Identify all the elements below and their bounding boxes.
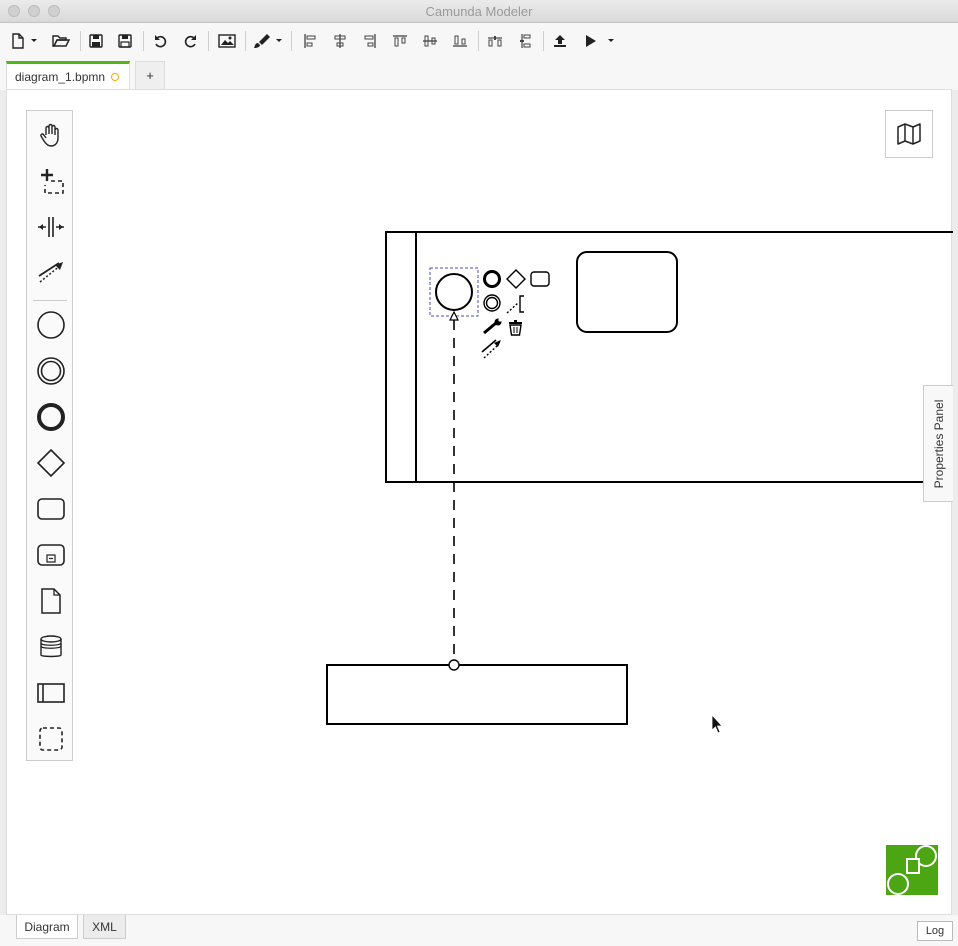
unsaved-indicator-icon — [111, 73, 120, 81]
palette-global-connect-tool[interactable] — [27, 253, 74, 293]
toolbar-separator — [245, 31, 246, 51]
palette-start-event[interactable] — [27, 305, 74, 345]
palette-participant[interactable] — [27, 673, 74, 713]
save-button[interactable] — [87, 30, 105, 52]
start-instance-dropdown[interactable] — [606, 30, 616, 52]
space-tool-icon — [37, 217, 64, 237]
start-event-icon — [36, 311, 65, 339]
align-middle-icon — [423, 35, 437, 47]
group-icon — [38, 727, 63, 751]
palette-data-store[interactable] — [27, 627, 74, 667]
toolbar-separator — [291, 31, 292, 51]
open-file-button[interactable] — [51, 30, 71, 52]
palette-intermediate-event[interactable] — [27, 351, 74, 391]
palette-subprocess[interactable] — [27, 535, 74, 575]
align-right-icon — [364, 34, 376, 48]
toolbar-separator — [478, 31, 479, 51]
start-instance-icon — [586, 35, 596, 47]
properties-panel-toggle[interactable]: Properties Panel — [923, 385, 953, 502]
distribute-horizontal-button[interactable] — [485, 30, 505, 52]
gateway-icon — [36, 448, 65, 478]
main-toolbar — [0, 23, 958, 59]
palette-space-tool[interactable] — [27, 207, 74, 247]
tab-bar: diagram_1.bpmn + — [0, 59, 958, 90]
task-icon — [36, 498, 65, 520]
tab-diagram-1[interactable]: diagram_1.bpmn — [6, 61, 130, 90]
palette-lasso-tool[interactable] — [27, 161, 74, 201]
toolbar-separator — [543, 31, 544, 51]
title-bar: Camunda Modeler — [0, 0, 958, 23]
participant-icon — [36, 683, 65, 703]
align-bottom-icon — [453, 35, 467, 47]
data-object-icon — [40, 588, 61, 614]
paint-brush-icon — [254, 34, 270, 48]
diagram-canvas[interactable] — [6, 89, 952, 915]
align-center-button[interactable] — [330, 30, 350, 52]
add-tab-button[interactable]: + — [135, 61, 165, 90]
map-icon — [897, 123, 921, 145]
align-left-icon — [304, 34, 316, 48]
align-top-icon — [393, 35, 407, 47]
hand-tool-icon — [39, 123, 59, 147]
bottom-bar: Diagram XML — [0, 915, 958, 946]
tab-xml-view[interactable]: XML — [83, 915, 126, 939]
intermediate-event-icon — [36, 357, 65, 385]
redo-button[interactable] — [180, 30, 200, 52]
distribute-horizontal-icon — [488, 36, 502, 47]
align-bottom-button[interactable] — [450, 30, 470, 52]
export-image-icon — [218, 34, 236, 48]
align-center-icon — [334, 34, 346, 48]
toolbar-separator — [80, 31, 81, 51]
color-picker-button[interactable] — [252, 30, 272, 52]
end-event-icon — [36, 403, 65, 431]
tab-diagram-view[interactable]: Diagram — [16, 915, 78, 939]
palette-task[interactable] — [27, 489, 74, 529]
properties-panel-label: Properties Panel — [931, 399, 946, 488]
start-instance-button[interactable] — [580, 30, 600, 52]
undo-icon — [155, 35, 167, 48]
export-image-button[interactable] — [216, 30, 238, 52]
color-picker-dropdown[interactable] — [274, 30, 284, 52]
redo-icon — [184, 35, 196, 48]
align-top-button[interactable] — [390, 30, 410, 52]
deploy-icon — [554, 35, 566, 47]
subprocess-icon — [36, 544, 65, 566]
align-middle-button[interactable] — [420, 30, 440, 52]
tool-palette — [26, 110, 73, 761]
palette-group[interactable] — [27, 719, 74, 759]
save-icon — [89, 34, 103, 48]
window-title: Camunda Modeler — [425, 4, 533, 19]
deploy-button[interactable] — [550, 30, 570, 52]
palette-separator — [33, 300, 67, 301]
data-store-icon — [39, 635, 62, 658]
distribute-vertical-icon — [520, 34, 531, 48]
save-as-button[interactable] — [116, 30, 134, 52]
palette-end-event[interactable] — [27, 397, 74, 437]
log-button[interactable]: Log — [917, 921, 953, 941]
new-file-icon — [12, 33, 24, 49]
align-right-button[interactable] — [360, 30, 380, 52]
palette-hand-tool[interactable] — [27, 115, 74, 155]
chevron-down-icon — [608, 39, 614, 42]
undo-button[interactable] — [151, 30, 171, 52]
align-left-button[interactable] — [300, 30, 320, 52]
palette-gateway[interactable] — [27, 443, 74, 483]
chevron-down-icon — [276, 39, 282, 42]
save-as-icon — [118, 34, 132, 48]
toolbar-separator — [143, 31, 144, 51]
toolbar-separator — [208, 31, 209, 51]
lasso-tool-icon — [40, 169, 64, 194]
global-connect-icon — [38, 262, 63, 283]
new-file-button[interactable] — [9, 30, 27, 52]
open-folder-icon — [52, 35, 70, 47]
palette-data-object[interactable] — [27, 581, 74, 621]
chevron-down-icon — [31, 39, 37, 42]
tab-label: diagram_1.bpmn — [15, 70, 106, 84]
minimap-toggle-button[interactable] — [885, 110, 933, 158]
new-file-dropdown[interactable] — [29, 30, 39, 52]
distribute-vertical-button[interactable] — [515, 30, 535, 52]
